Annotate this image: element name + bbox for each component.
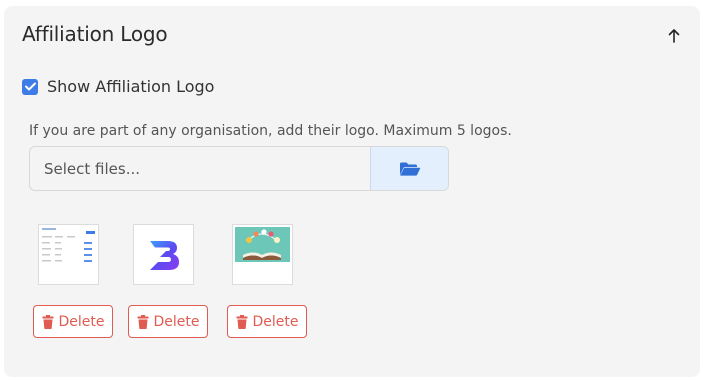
logo-thumbnail-brand[interactable] bbox=[133, 224, 194, 285]
arrow-up-icon bbox=[668, 29, 680, 43]
collapse-button[interactable] bbox=[664, 24, 684, 48]
table-screenshot-logo bbox=[39, 225, 98, 284]
delete-logo-button[interactable]: Delete bbox=[128, 305, 208, 338]
affiliation-logo-panel: Affiliation Logo Show Affiliation Logo I… bbox=[4, 6, 700, 377]
delete-label: Delete bbox=[58, 313, 105, 330]
logo-thumbnail-book[interactable] bbox=[232, 224, 293, 285]
file-select-input[interactable] bbox=[30, 147, 370, 190]
trash-icon bbox=[236, 314, 247, 329]
folder-open-icon bbox=[399, 162, 420, 176]
browse-files-button[interactable] bbox=[370, 147, 448, 190]
logo-thumbnail-table[interactable] bbox=[38, 224, 99, 285]
help-text: If you are part of any organisation, add… bbox=[29, 123, 512, 139]
b-brand-logo bbox=[149, 240, 179, 270]
delete-logo-button[interactable]: Delete bbox=[227, 305, 307, 338]
trash-icon bbox=[42, 314, 53, 329]
delete-logo-button[interactable]: Delete bbox=[33, 305, 113, 338]
file-picker[interactable] bbox=[29, 146, 449, 191]
show-logo-label[interactable]: Show Affiliation Logo bbox=[47, 77, 214, 96]
show-logo-row[interactable]: Show Affiliation Logo bbox=[22, 77, 214, 96]
book-illustration-logo bbox=[233, 225, 292, 284]
delete-label: Delete bbox=[252, 313, 299, 330]
show-logo-checkbox[interactable] bbox=[22, 78, 38, 95]
section-title: Affiliation Logo bbox=[22, 22, 168, 46]
trash-icon bbox=[137, 314, 148, 329]
delete-label: Delete bbox=[153, 313, 200, 330]
checkmark-icon bbox=[24, 82, 36, 91]
